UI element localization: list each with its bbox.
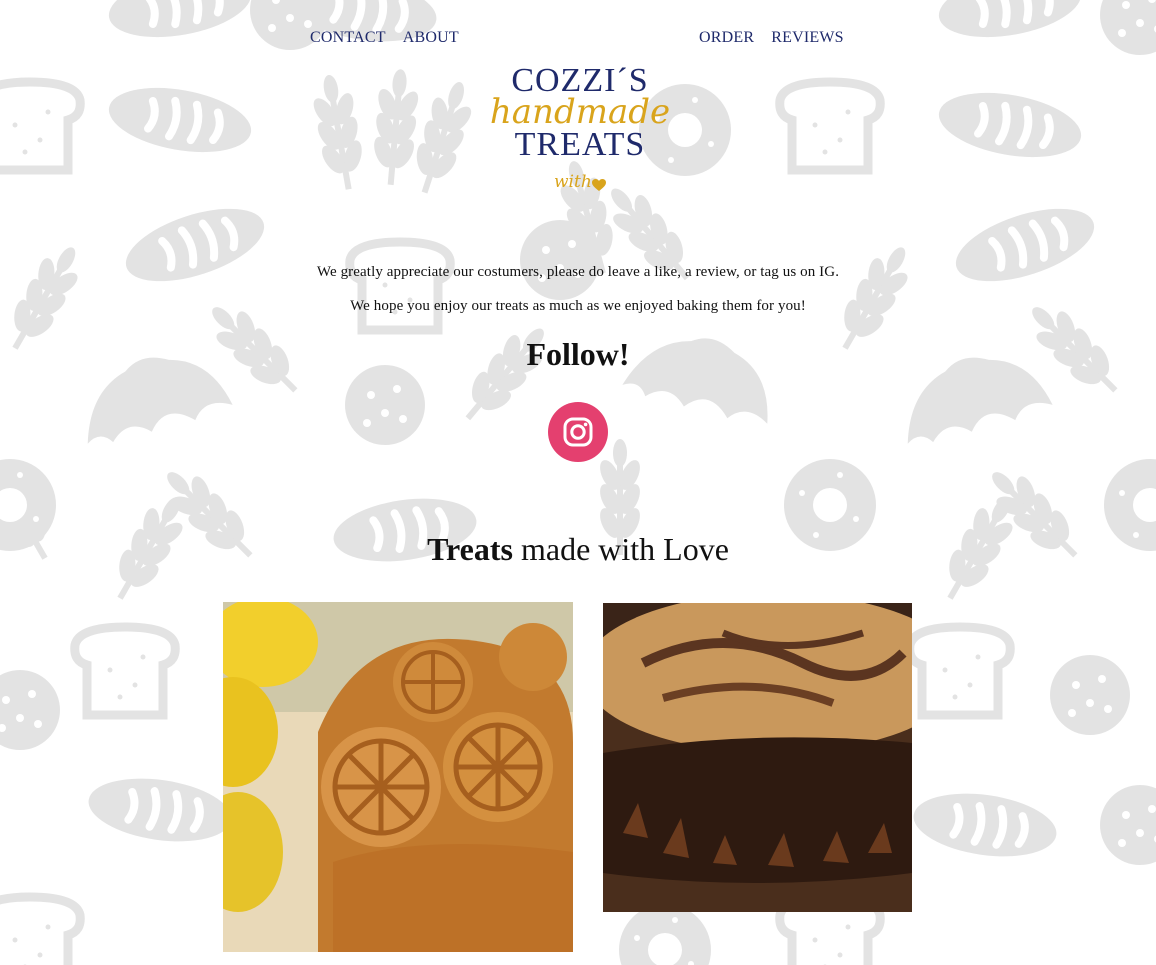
instagram-button[interactable] xyxy=(548,402,608,462)
logo-line-3: TREATS xyxy=(514,126,646,163)
treats-heading-bold: Treats xyxy=(427,531,513,567)
nav-right: ORDER REVIEWS xyxy=(699,29,861,47)
heart-icon xyxy=(592,179,606,191)
nav-contact-link[interactable]: CONTACT xyxy=(310,29,386,46)
nav-order-link[interactable]: ORDER xyxy=(699,29,754,46)
nav-about-link[interactable]: ABOUT xyxy=(403,29,459,46)
lemon-cake-photo xyxy=(223,602,573,952)
hope-text: We hope you enjoy our treats as much as … xyxy=(350,298,806,314)
treats-heading-rest: made with Love xyxy=(512,531,729,567)
appreciation-text: We greatly appreciate our costumers, ple… xyxy=(316,264,840,280)
nav-reviews-link[interactable]: REVIEWS xyxy=(771,29,844,46)
marble-cake-image xyxy=(603,603,912,912)
treats-heading: Treats made with Love xyxy=(0,531,1156,568)
logo-line-4: with xyxy=(554,172,592,192)
lemon-cake-image xyxy=(223,602,573,952)
cozzis-logo[interactable]: COZZI´S handmade TREATS with xyxy=(480,58,680,203)
nav-left: CONTACT ABOUT xyxy=(310,29,476,47)
follow-heading: Follow! xyxy=(526,336,630,372)
marble-cake-photo xyxy=(603,603,912,912)
instagram-icon xyxy=(563,417,593,447)
